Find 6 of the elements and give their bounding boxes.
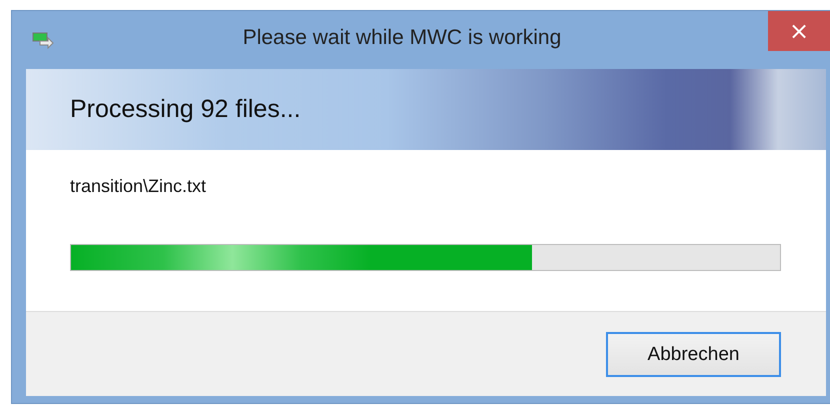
- window-title: Please wait while MWC is working: [242, 26, 562, 50]
- app-icon: [32, 31, 54, 49]
- status-heading: Processing 92 files...: [70, 95, 301, 124]
- current-file-label: transition\Zinc.txt: [70, 176, 206, 197]
- close-button[interactable]: ×: [768, 11, 830, 51]
- cancel-button[interactable]: Abbrechen: [606, 332, 781, 377]
